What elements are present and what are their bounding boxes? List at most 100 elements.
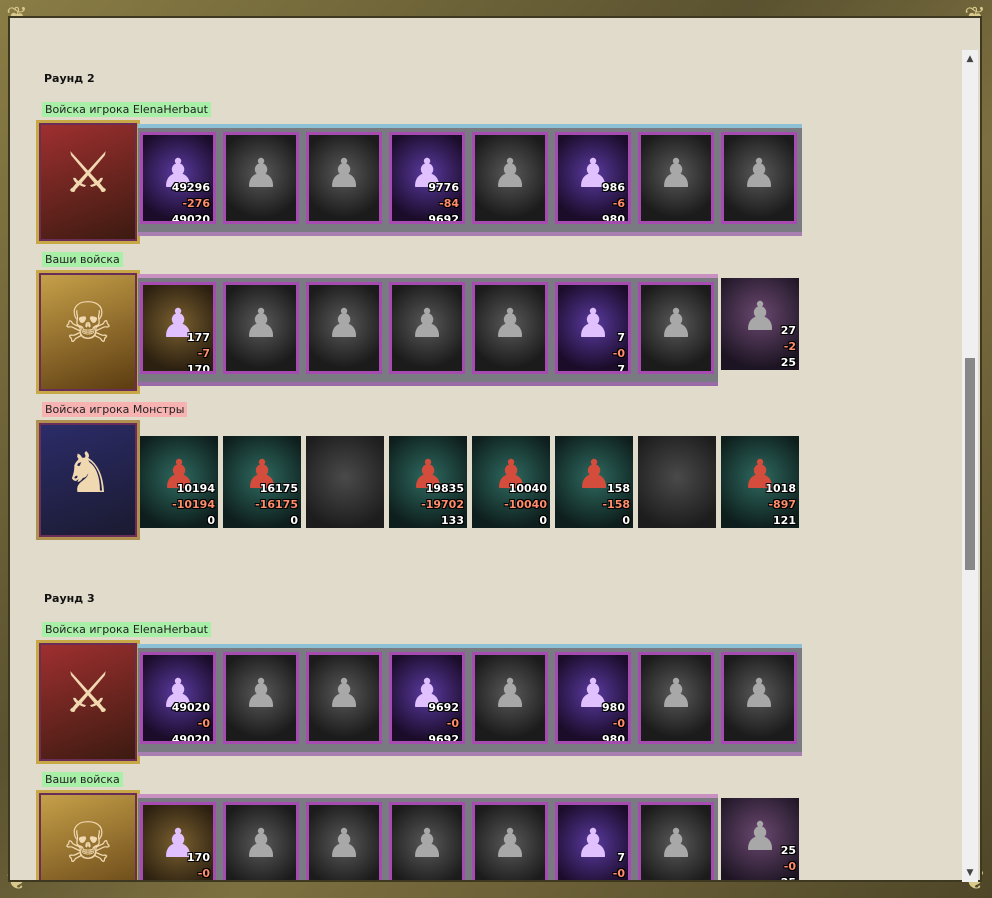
knight-hero-portrait[interactable]: ⚔ [36, 640, 140, 764]
unit-count-after: 133 [441, 514, 464, 527]
dark-knight-unit[interactable]: ♟ [306, 132, 382, 224]
assassin-unit[interactable]: ♟ [638, 282, 714, 374]
battle-log-panel: Раунд 2 Войска игрока ElenaHerbaut ⚔ ♟ 49296… [8, 16, 982, 882]
scrollbar-thumb[interactable] [965, 358, 975, 570]
round-title: Раунд 2 [44, 72, 95, 85]
arrow-down-icon[interactable]: ▼ [962, 866, 978, 880]
unit-count-after: 0 [290, 514, 298, 527]
unit-count-after: 980 [602, 213, 625, 224]
unit-count-before: 158 [607, 482, 630, 495]
unit-count-before: 7 [617, 331, 625, 344]
unit-portrait-icon: ♟ [409, 301, 445, 347]
unit-count-before: 19835 [425, 482, 464, 495]
hero-portrait-icon: ⚔ [62, 661, 114, 726]
unit-count-after: 25 [781, 876, 796, 880]
unit-count-after: 49020 [171, 213, 210, 224]
unit-portrait-icon: ♟ [243, 151, 279, 197]
unit-count-before: 49020 [171, 701, 210, 714]
army-row: ⚔ ♟ 49020 -0 49020 ♟ ♟ ♟ 9692 -0 9692 ♟ ♟ 980 -0 980 ♟ ♟ [36, 640, 816, 764]
griffin-unit[interactable]: ♟ [389, 802, 465, 880]
golem-unit[interactable]: ♟ 177 -7 170 [140, 282, 216, 374]
unit-losses: -0 [197, 717, 210, 730]
unit-losses: -84 [439, 197, 459, 210]
unit-losses: -0 [197, 867, 210, 880]
imp-unit[interactable]: ♟ 158 -158 0 [555, 436, 633, 528]
mage-unit[interactable]: ♟7-07 [555, 802, 631, 880]
unit-count-after: 121 [773, 514, 796, 527]
ogre-unit[interactable]: ♟ 16175 -16175 0 [223, 436, 301, 528]
spider-queen-unit[interactable]: ♟25-025 [721, 798, 799, 880]
bone-dragon-unit[interactable]: ♟ 9692 -0 9692 [389, 652, 465, 744]
minotaur-unit[interactable]: ♟ 49296 -276 49020 [140, 132, 216, 224]
barbarian-hero-portrait[interactable]: ☠ [36, 270, 140, 394]
skeleton-unit[interactable]: ♟ [223, 652, 299, 744]
reaper-unit[interactable]: ♟ [638, 132, 714, 224]
griffin-unit[interactable]: ♟ [389, 282, 465, 374]
assassin-unit[interactable]: ♟ [638, 802, 714, 880]
wraith-unit[interactable]: ♟ [721, 652, 797, 744]
hero-portrait-icon: ⚔ [62, 141, 114, 206]
hero-portrait-icon: ☠ [62, 291, 114, 356]
unit-portrait-icon: ♟ [492, 301, 528, 347]
round-title: Раунд 3 [44, 592, 95, 605]
unit-losses: -897 [768, 498, 796, 511]
black-knight-unit[interactable]: ♟ [472, 652, 548, 744]
unit-count-before: 170 [187, 851, 210, 864]
sorceress-unit[interactable]: ♟ 1018 -897 121 [721, 436, 799, 528]
unit-losses: -158 [602, 498, 630, 511]
unit-count-after: 0 [207, 514, 215, 527]
unit-losses: -276 [182, 197, 210, 210]
unit-count-before: 7 [617, 851, 625, 864]
spider-queen-unit[interactable]: ♟ 27 -2 25 [721, 278, 799, 370]
unit-portrait-icon: ♟ [658, 151, 694, 197]
vertical-scrollbar[interactable]: ▲ ▼ [962, 50, 978, 882]
army-label: Войска игрока Монстры [42, 402, 188, 417]
unit-portrait-icon: ♟ [326, 821, 362, 867]
army-row: ☠ ♟ 177 -7 170 ♟ ♟ ♟ ♟ ♟ 7 -0 7 ♟ ♟ 27 -2 25 [36, 270, 816, 394]
crusader-unit[interactable]: ♟ [306, 802, 382, 880]
minotaur-unit[interactable]: ♟ 49020 -0 49020 [140, 652, 216, 744]
unit-count-before: 27 [780, 324, 796, 337]
lich-unit[interactable]: ♟ 986 -6 980 [555, 132, 631, 224]
skeleton-unit[interactable]: ♟ [223, 132, 299, 224]
lich-unit[interactable]: ♟ 980 -0 980 [555, 652, 631, 744]
unit-portrait-icon: ♟ [741, 671, 777, 717]
unit-portrait-icon: ♟ [658, 821, 694, 867]
unit-count-after: 7 [617, 363, 625, 374]
empty-slot[interactable] [638, 436, 716, 528]
black-knight-unit[interactable]: ♟ [472, 132, 548, 224]
dark-knight-unit[interactable]: ♟ [306, 652, 382, 744]
mage-unit[interactable]: ♟7-07 [555, 282, 631, 374]
hero-portrait-icon: ☠ [62, 811, 114, 876]
empty-slot[interactable] [306, 436, 384, 528]
unit-count-before: 9776 [428, 181, 459, 194]
unit-count-before: 9692 [428, 701, 459, 714]
bone-dragon-unit[interactable]: ♟ 9776 -84 9692 [389, 132, 465, 224]
unit-portrait-icon: ♟ [492, 821, 528, 867]
unit-count-before: 986 [602, 181, 625, 194]
wraith-unit[interactable]: ♟ [721, 132, 797, 224]
swordsman-unit[interactable]: ♟ [223, 282, 299, 374]
golem-unit[interactable]: ♟170-0170 [140, 802, 216, 880]
arrow-up-icon[interactable]: ▲ [962, 52, 978, 66]
beast-hero-portrait[interactable]: ♞ [36, 420, 140, 540]
unit-count-before: 49296 [171, 181, 210, 194]
spider-unit[interactable]: ♟ 10040 -10040 0 [472, 436, 550, 528]
archer-unit[interactable]: ♟ [472, 282, 548, 374]
unit-losses: -6 [612, 197, 625, 210]
army-label: Ваши войска [42, 252, 123, 267]
reaper-unit[interactable]: ♟ [638, 652, 714, 744]
unit-losses: -0 [446, 717, 459, 730]
archer-unit[interactable]: ♟ [472, 802, 548, 880]
unit-portrait-icon: ♟ [326, 671, 362, 717]
demon-unit[interactable]: ♟ 19835 -19702 133 [389, 436, 467, 528]
crusader-unit[interactable]: ♟ [306, 282, 382, 374]
lizard-unit[interactable]: ♟ 10194 -10194 0 [140, 436, 218, 528]
swordsman-unit[interactable]: ♟ [223, 802, 299, 880]
unit-count-after: 0 [539, 514, 547, 527]
barbarian-hero-portrait[interactable]: ☠ [36, 790, 140, 880]
unit-losses: -10040 [504, 498, 547, 511]
unit-portrait-icon: ♟ [741, 151, 777, 197]
knight-hero-portrait[interactable]: ⚔ [36, 120, 140, 244]
unit-portrait-icon: ♟ [243, 821, 279, 867]
